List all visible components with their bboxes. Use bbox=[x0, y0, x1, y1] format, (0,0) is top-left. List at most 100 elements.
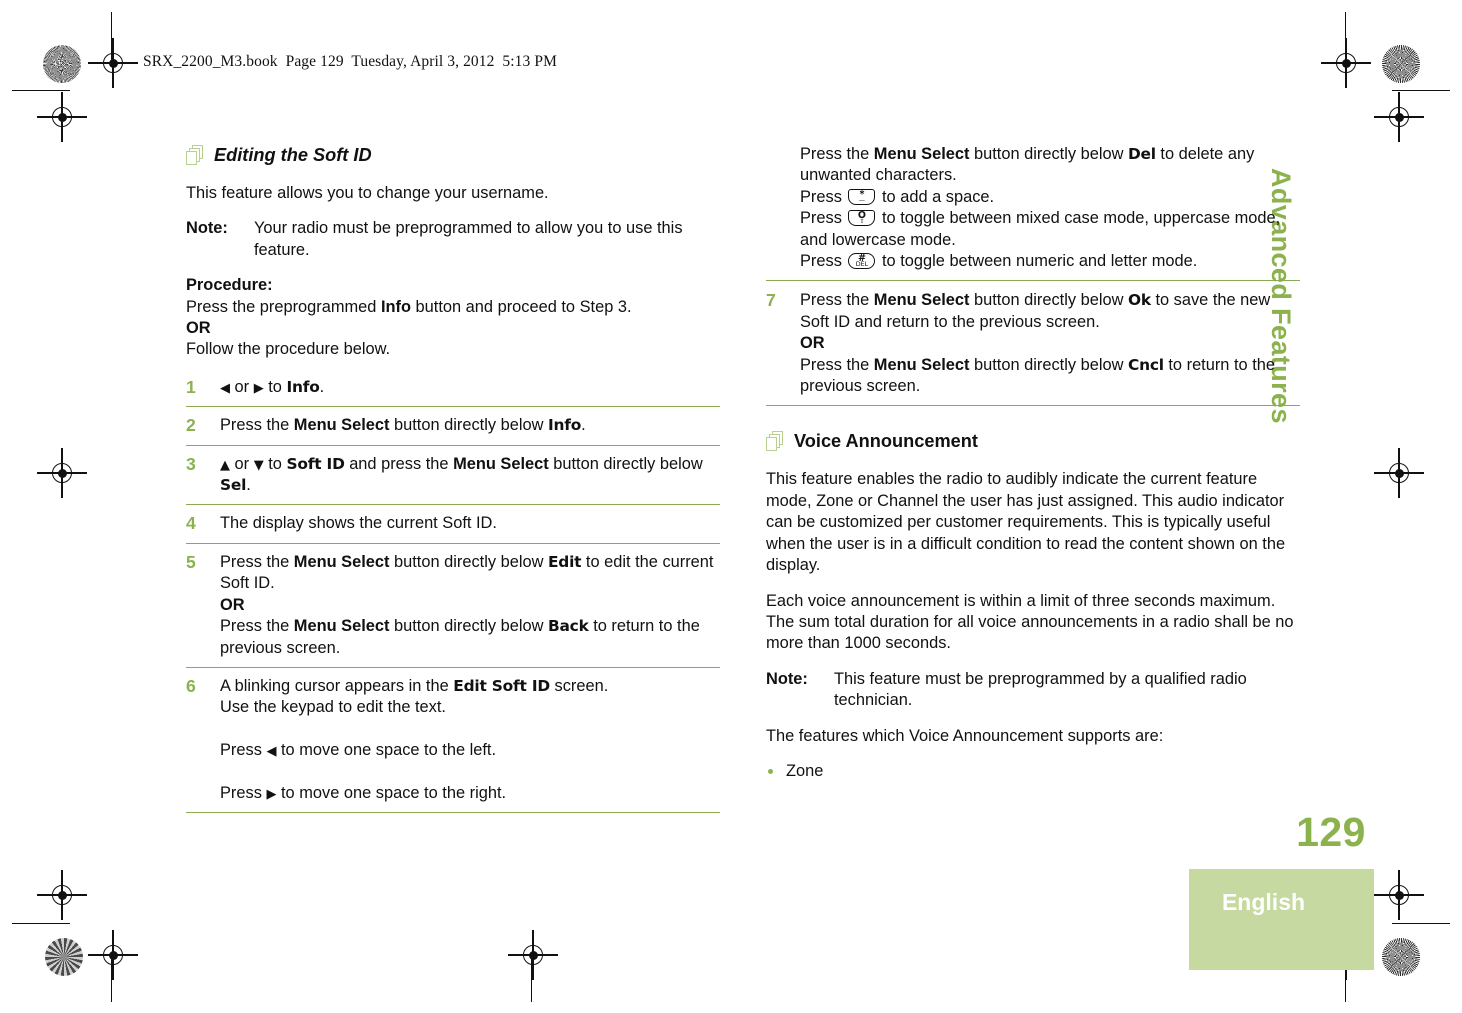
step-text: Press the bbox=[800, 291, 874, 310]
soft-menu-label: Info bbox=[547, 416, 582, 435]
soft-menu-label: Del bbox=[1127, 145, 1156, 163]
section-heading-text: Editing the Soft ID bbox=[214, 145, 372, 165]
pages-stack-icon bbox=[766, 431, 786, 452]
procedure-steps-list: 1 ◀ or ▶ to Info. 2 Press the Menu Select b… bbox=[186, 377, 720, 814]
step-body: Press the Menu Select button directly be… bbox=[220, 553, 713, 657]
step-text: A blinking cursor appears in the bbox=[220, 676, 454, 695]
step-body: Press the Menu Select button directly be… bbox=[800, 291, 1275, 395]
crop-line-left-upper-h bbox=[12, 90, 70, 92]
hash-del-key-icon: # DEL bbox=[848, 253, 876, 270]
step-text: button directly below bbox=[389, 416, 548, 435]
step-text: to move one space to the right. bbox=[276, 783, 507, 802]
step-text: and press the bbox=[344, 454, 454, 473]
step-text: Press bbox=[800, 252, 847, 271]
bold-control-name: Menu Select bbox=[453, 454, 549, 473]
note-label: Note: bbox=[186, 219, 228, 238]
step-body: The display shows the current Soft ID. bbox=[220, 514, 497, 532]
step-text: or bbox=[230, 454, 254, 473]
step-text: Press the bbox=[800, 145, 874, 163]
note-label: Note: bbox=[766, 669, 808, 688]
procedure-step: 5 Press the Menu Select button directly b… bbox=[186, 542, 720, 667]
step-text: Press the bbox=[220, 416, 294, 435]
moire-target-top-right bbox=[1382, 45, 1420, 83]
step-text: Press bbox=[800, 209, 847, 228]
star-key-icon: * — bbox=[848, 188, 876, 205]
crop-line-right-upper-h bbox=[1392, 90, 1450, 92]
language-tab: English bbox=[1189, 869, 1374, 970]
step-text: screen. bbox=[549, 676, 609, 695]
section-heading-voice-announcement: Voice Announcement bbox=[766, 430, 1300, 452]
voice-paragraph-2: Each voice announcement is within a limi… bbox=[766, 591, 1294, 653]
pages-stack-icon bbox=[186, 145, 206, 166]
note-text: This feature must be preprogrammed by a … bbox=[834, 669, 1247, 710]
crop-line-bottom-center-v bbox=[531, 952, 533, 1002]
note-block-voice: Note: This feature must be preprogrammed… bbox=[766, 669, 1300, 712]
step-text: Press bbox=[220, 783, 267, 802]
step-text: button directly below bbox=[389, 552, 548, 571]
procedure-line-1-pre: Press the preprogrammed bbox=[186, 297, 381, 316]
step-body: ▲ or ▼ to Soft ID and press the Menu Sel… bbox=[220, 455, 703, 494]
registration-mark-top-left bbox=[88, 38, 138, 88]
voice-paragraph-3: The features which Voice Announcement su… bbox=[766, 726, 1164, 745]
note-block-soft-id: Note: Your radio must be preprogrammed t… bbox=[186, 218, 720, 261]
language-tab-label: English bbox=[1221, 889, 1306, 915]
registration-mark-left-upper bbox=[37, 92, 87, 142]
procedure-line-2: Follow the procedure below. bbox=[186, 340, 391, 359]
left-column: Editing the Soft ID This feature allows … bbox=[186, 144, 720, 814]
step-text: to move one space to the left. bbox=[276, 741, 497, 760]
right-column: Press the Menu Select button directly be… bbox=[766, 144, 1300, 788]
soft-menu-label: Info bbox=[286, 377, 320, 396]
step-text: Press bbox=[800, 187, 847, 206]
bold-control-name: OR bbox=[220, 595, 245, 614]
procedure-step: 6 A blinking cursor appears in the Edit S… bbox=[186, 666, 720, 814]
step-text: to bbox=[263, 377, 287, 396]
soft-menu-label: Cncl bbox=[1127, 355, 1164, 374]
arrow-up-icon: ▲ bbox=[220, 457, 230, 473]
section-heading-editing-soft-id: Editing the Soft ID bbox=[186, 144, 720, 166]
note-text: Your radio must be preprogrammed to allo… bbox=[254, 219, 683, 259]
soft-menu-label: Back bbox=[547, 617, 589, 636]
registration-mark-left-lower bbox=[37, 870, 87, 920]
moire-target-bottom-left bbox=[45, 938, 83, 976]
crop-line-bottom-left-v bbox=[111, 952, 113, 1002]
procedure-step: 4 The display shows the current Soft ID. bbox=[186, 504, 720, 542]
soft-menu-label: Soft ID bbox=[286, 454, 345, 473]
arrow-right-icon: ▶ bbox=[253, 380, 264, 396]
step-text: to toggle between numeric and letter mod… bbox=[877, 252, 1198, 271]
crop-line-left-lower-h bbox=[12, 923, 70, 925]
arrow-down-icon: ▼ bbox=[253, 457, 264, 473]
step-text: The display shows the current Soft ID. bbox=[220, 514, 497, 533]
step-text: . bbox=[246, 476, 251, 495]
intro-paragraph: This feature allows you to change your u… bbox=[186, 184, 549, 202]
registration-mark-right-lower bbox=[1374, 870, 1424, 920]
step-body: A blinking cursor appears in the Edit So… bbox=[220, 677, 608, 802]
registration-mark-right-upper bbox=[1374, 92, 1424, 142]
procedure-step: 7 Press the Menu Select button directly b… bbox=[766, 290, 1300, 407]
step-text: Use the keypad to edit the text. bbox=[220, 698, 446, 717]
step-number: 7 bbox=[766, 290, 776, 311]
step-6-continued: Press the Menu Select button directly be… bbox=[766, 144, 1300, 282]
step-text: button directly below bbox=[969, 291, 1128, 310]
arrow-left-icon: ◀ bbox=[220, 380, 230, 396]
step-text: button directly below bbox=[969, 145, 1128, 163]
step-number: 5 bbox=[186, 551, 196, 572]
book-header-line: SRX_2200_M3.book Page 129 Tuesday, April… bbox=[143, 53, 557, 70]
page-number: 129 bbox=[1296, 809, 1366, 855]
step-text: . bbox=[319, 377, 325, 396]
info-button-name: Info bbox=[380, 297, 411, 316]
step-text: or bbox=[230, 377, 254, 396]
step-body: Press the Menu Select button directly be… bbox=[220, 416, 586, 434]
list-item: Zone bbox=[766, 761, 1300, 782]
step-text: Press the bbox=[220, 552, 294, 571]
soft-menu-label: Edit Soft ID bbox=[453, 676, 550, 695]
registration-mark-left-middle bbox=[37, 448, 87, 498]
step-text: Press the bbox=[220, 617, 294, 636]
step-number: 6 bbox=[186, 675, 196, 696]
soft-menu-label: Sel bbox=[220, 476, 247, 495]
step-text: to add a space. bbox=[877, 187, 995, 206]
step-text: to bbox=[263, 454, 287, 473]
crop-line-right-lower-h bbox=[1392, 923, 1450, 925]
procedure-step: 3 ▲ or ▼ to Soft ID and press the Menu Se… bbox=[186, 444, 720, 505]
step-text: button directly below bbox=[548, 454, 703, 473]
crop-line-top-right-v bbox=[1345, 12, 1347, 60]
